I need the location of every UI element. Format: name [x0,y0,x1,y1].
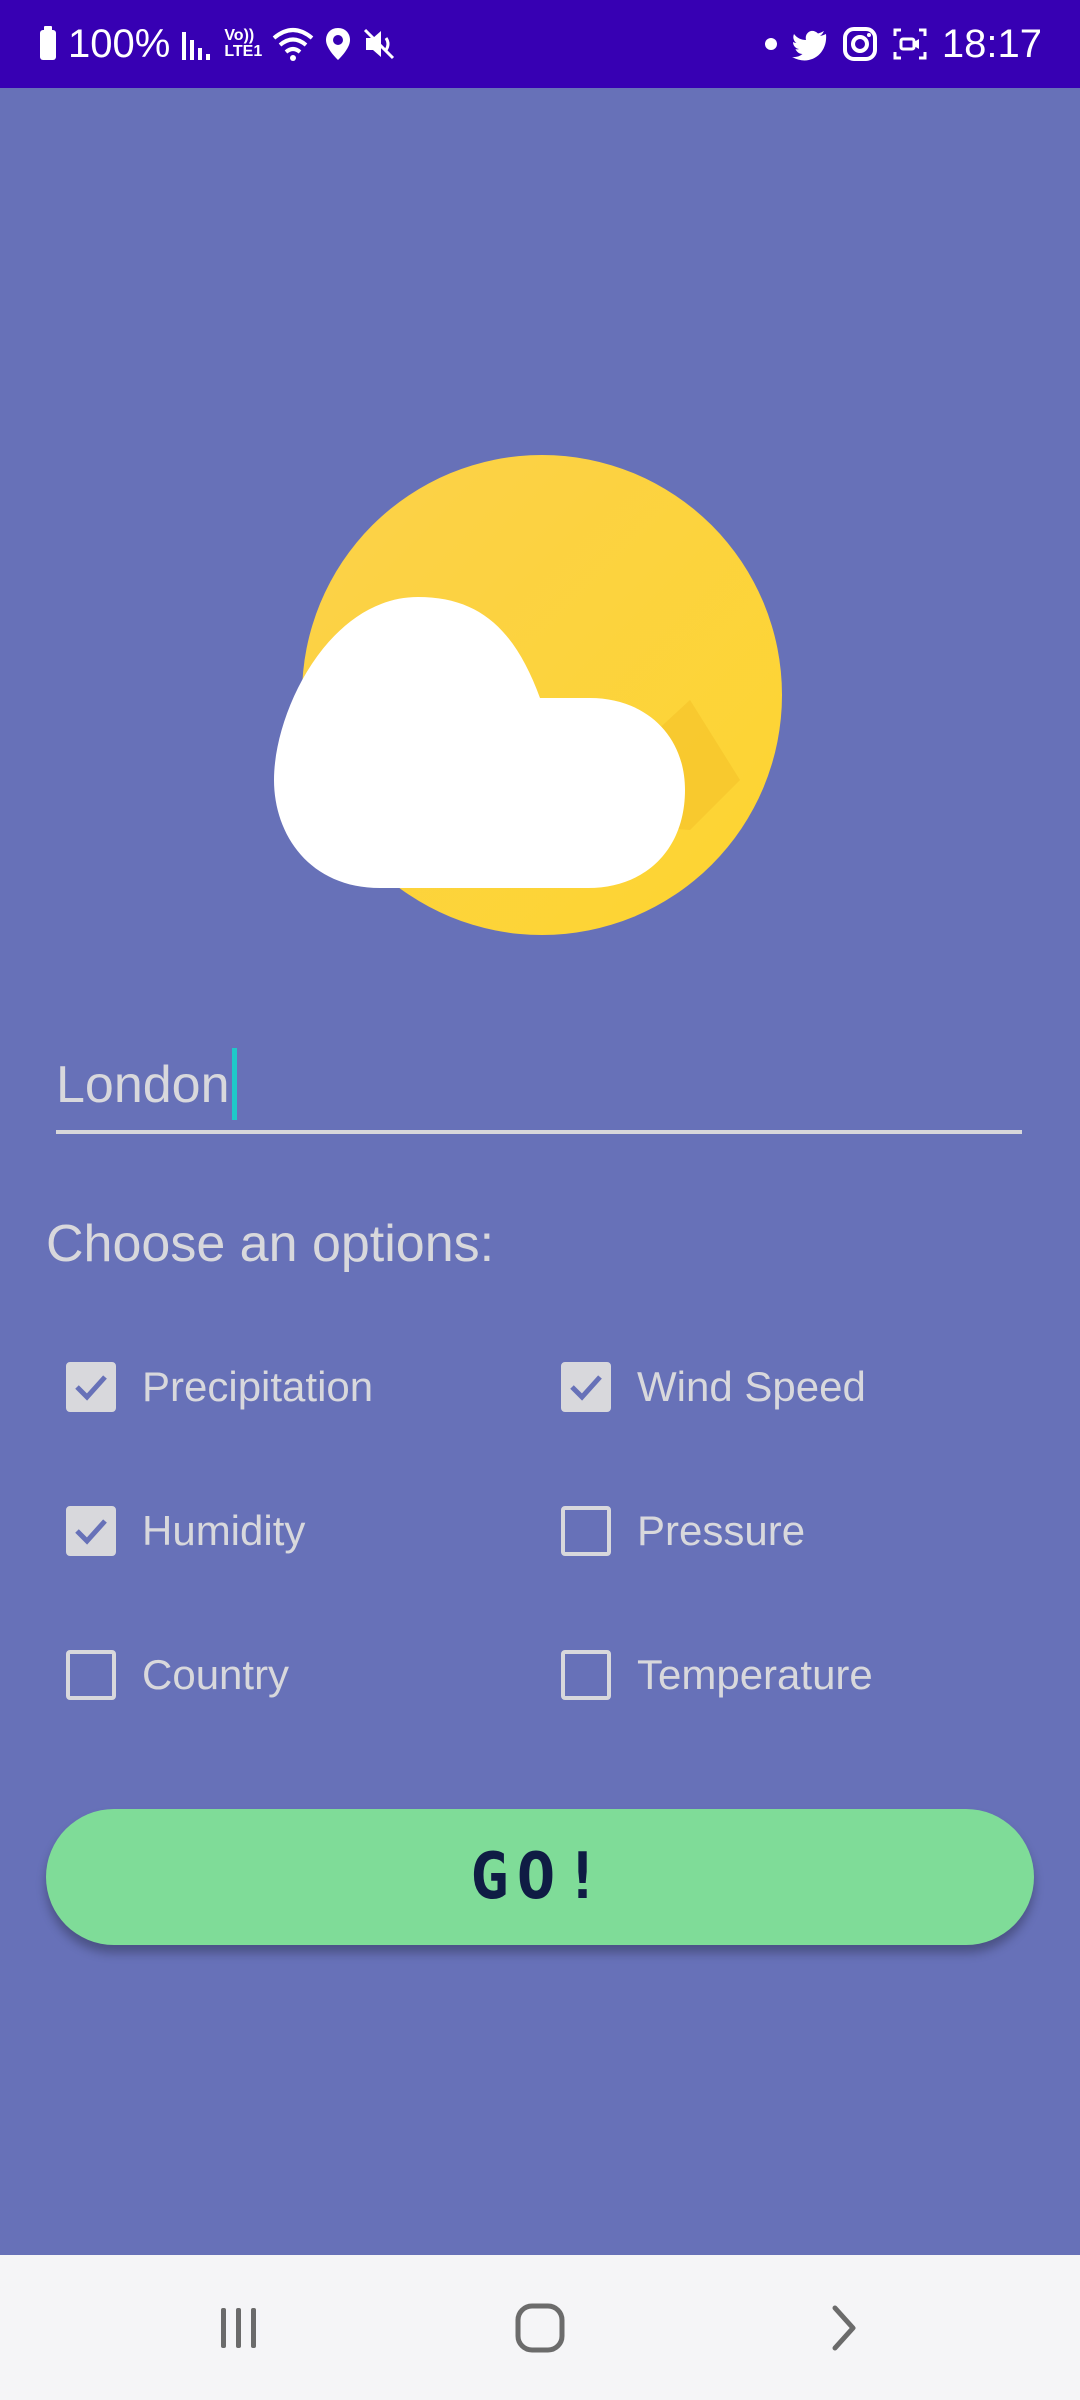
battery-percentage: 100% [68,22,171,66]
temperature-label: Temperature [637,1651,873,1698]
twitter-icon [791,26,828,62]
humidity-checkbox[interactable] [66,1506,116,1556]
mute-icon [362,26,396,62]
country-checkbox[interactable] [66,1650,116,1700]
signal-icon [180,26,214,62]
notification-dot-icon [764,26,778,62]
option-temperature[interactable]: Temperature [561,1643,873,1707]
city-input-text: London [56,1056,230,1114]
country-label: Country [142,1651,290,1698]
temperature-checkbox[interactable] [561,1650,611,1700]
city-input[interactable]: London [56,1040,1022,1134]
screen-record-icon [892,26,928,62]
option-humidity[interactable]: Humidity [66,1499,305,1563]
recent-apps-button[interactable] [194,2283,284,2373]
home-icon [510,2298,570,2358]
option-precipitation[interactable]: Precipitation [66,1355,373,1419]
back-icon [813,2298,873,2358]
back-button[interactable] [798,2283,888,2373]
pressure-checkbox[interactable] [561,1506,611,1556]
volte-top-text: Vo)) [224,27,255,44]
precipitation-checkbox[interactable] [66,1362,116,1412]
humidity-label: Humidity [142,1507,306,1554]
battery-icon [38,26,58,62]
option-wind-speed[interactable]: Wind Speed [561,1355,866,1419]
text-cursor [231,1048,237,1120]
navigation-bar [0,2255,1080,2400]
wind-speed-label: Wind Speed [637,1363,866,1410]
precipitation-label: Precipitation [142,1363,374,1410]
wind-speed-checkbox[interactable] [561,1362,611,1412]
location-icon [324,26,352,62]
volte-bottom-text: LTE1 [224,43,263,60]
clock: 18:17 [941,22,1042,66]
instagram-icon [842,26,878,62]
weather-logo-icon [270,450,790,940]
option-pressure[interactable]: Pressure [561,1499,805,1563]
go-button-label: GO! [470,1840,610,1914]
city-input-value[interactable]: London [56,1048,237,1120]
options-heading: Choose an options: [46,1215,495,1273]
status-bar: 100% Vo)) LTE1 18:17 [0,0,1080,88]
home-button[interactable] [495,2283,585,2373]
pressure-label: Pressure [637,1507,806,1554]
go-button[interactable]: GO! [46,1809,1034,1945]
volte-icon: Vo)) LTE1 [224,28,262,60]
status-right-group: 18:17 [764,0,1042,88]
recent-apps-icon [209,2298,269,2358]
status-left-group: 100% Vo)) LTE1 [38,0,396,88]
option-country[interactable]: Country [66,1643,289,1707]
wifi-icon [272,26,314,62]
